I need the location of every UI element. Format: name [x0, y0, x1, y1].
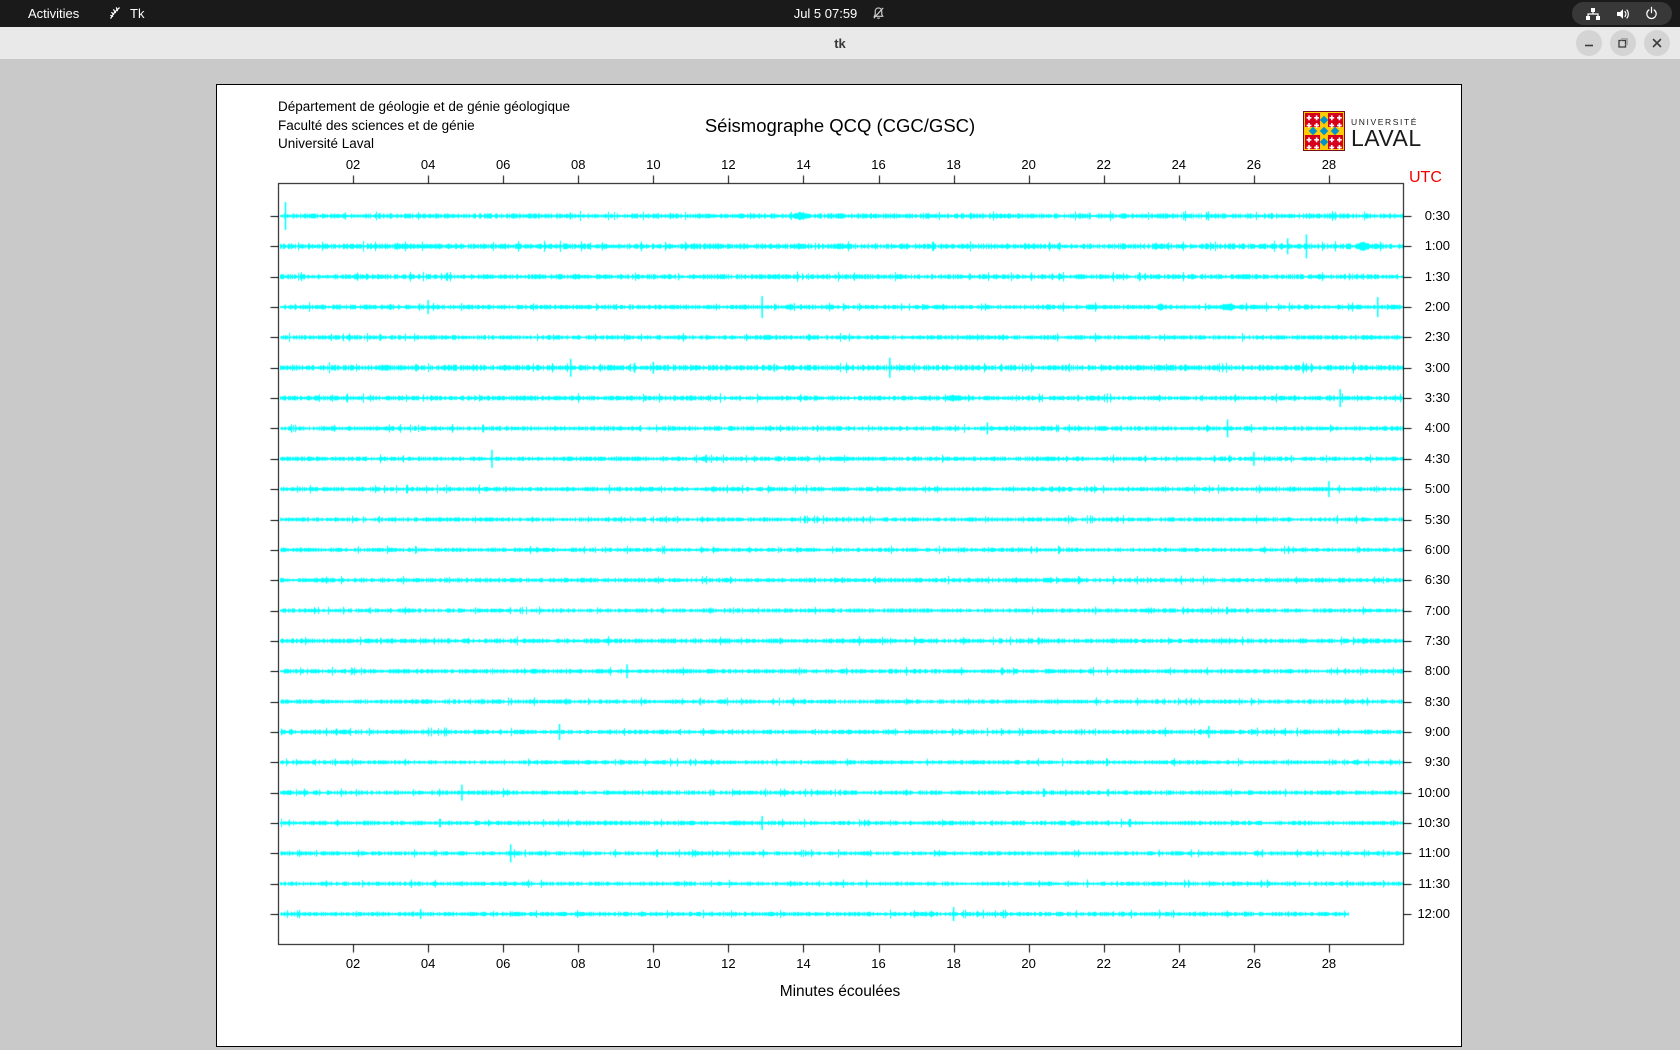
- clock[interactable]: Jul 5 07:59: [794, 6, 858, 21]
- x-tick-top: 18: [946, 157, 961, 172]
- x-tick-bottom: 26: [1246, 956, 1262, 971]
- x-tick-bottom: 18: [946, 956, 961, 971]
- tk-window-content: Département de géologie et de génie géol…: [0, 61, 1680, 1050]
- x-tick-top: 28: [1321, 157, 1337, 172]
- x-tick-top: 12: [721, 157, 736, 172]
- activities-button[interactable]: Activities: [16, 0, 91, 27]
- x-tick-bottom: 16: [871, 956, 886, 971]
- utc-time-label: 11:00: [1418, 845, 1450, 861]
- x-tick-bottom: 10: [646, 956, 661, 971]
- x-tick-top: 14: [796, 157, 811, 172]
- x-tick-bottom: 28: [1321, 956, 1337, 971]
- x-tick-top: 02: [345, 157, 361, 172]
- tk-feather-icon: [108, 6, 123, 21]
- utc-time-label: 7:00: [1424, 602, 1450, 618]
- utc-time-label: 5:30: [1424, 511, 1450, 527]
- x-tick-bottom: 22: [1096, 956, 1111, 971]
- utc-time-label: 2:00: [1424, 299, 1450, 315]
- x-tick-bottom: 12: [721, 956, 736, 971]
- bell-muted-icon: [871, 6, 886, 21]
- utc-time-label: 5:00: [1424, 481, 1450, 497]
- utc-time-label: 9:00: [1424, 723, 1450, 739]
- volume-icon: [1615, 7, 1631, 21]
- utc-time-label: 3:00: [1424, 359, 1450, 375]
- close-button[interactable]: [1644, 30, 1670, 56]
- x-tick-top: 10: [646, 157, 661, 172]
- seismogram-canvas: [217, 85, 1463, 1046]
- window-titlebar[interactable]: tk: [0, 27, 1680, 60]
- utc-time-label: 11:30: [1418, 875, 1450, 891]
- window-title: tk: [834, 36, 846, 51]
- x-tick-bottom: 08: [571, 956, 586, 971]
- x-tick-bottom: 02: [345, 956, 361, 971]
- x-tick-top: 04: [420, 157, 436, 172]
- utc-time-label: 0:30: [1424, 208, 1450, 223]
- x-tick-bottom: 24: [1171, 956, 1187, 971]
- seismograph-panel: Département de géologie et de génie géol…: [216, 84, 1463, 1047]
- helicorder-plot: 02 02 04 04 06 06 08 08 10 10 12 12 14 14 16 16 18 18 20 20…: [217, 85, 1463, 1046]
- utc-time-label: 10:00: [1417, 784, 1450, 800]
- maximize-button[interactable]: [1610, 30, 1636, 56]
- x-tick-bottom: 14: [796, 956, 811, 971]
- minimize-button[interactable]: [1576, 30, 1602, 56]
- utc-time-label: 1:30: [1424, 268, 1450, 284]
- utc-time-label: 6:00: [1424, 541, 1450, 557]
- x-tick-top: 08: [571, 157, 586, 172]
- utc-time-label: 4:30: [1424, 450, 1450, 466]
- network-icon: [1585, 7, 1601, 21]
- power-icon: [1644, 6, 1659, 21]
- x-tick-top: 20: [1021, 157, 1036, 172]
- x-tick-bottom: 04: [420, 956, 436, 971]
- x-tick-top: 06: [495, 157, 511, 172]
- gnome-top-bar: Activities Tk Jul 5 07:59: [0, 0, 1680, 27]
- system-tray[interactable]: [1572, 2, 1672, 25]
- x-tick-bottom: 06: [495, 956, 511, 971]
- utc-time-label: 12:00: [1417, 906, 1450, 922]
- utc-time-label: 10:30: [1417, 815, 1450, 830]
- app-menu-label: Tk: [130, 6, 145, 21]
- x-tick-bottom: 20: [1021, 956, 1036, 971]
- utc-time-label: 9:30: [1424, 754, 1450, 770]
- x-tick-top: 22: [1096, 157, 1111, 172]
- utc-axis-label: UTC: [1409, 169, 1442, 186]
- app-menu-tk[interactable]: Tk: [108, 0, 144, 27]
- utc-time-label: 2:30: [1424, 329, 1450, 345]
- x-axis-title: Minutes écoulées: [779, 983, 901, 1000]
- utc-time-label: 6:30: [1424, 572, 1450, 588]
- utc-time-label: 8:00: [1424, 663, 1450, 679]
- utc-time-label: 4:00: [1424, 420, 1450, 436]
- x-tick-top: 24: [1171, 157, 1187, 172]
- utc-time-label: 8:30: [1424, 693, 1450, 709]
- utc-time-label: 7:30: [1424, 632, 1450, 648]
- x-tick-top: 26: [1246, 157, 1262, 172]
- utc-time-label: 1:00: [1424, 238, 1450, 254]
- utc-time-label: 3:30: [1424, 390, 1450, 406]
- x-tick-top: 16: [871, 157, 886, 172]
